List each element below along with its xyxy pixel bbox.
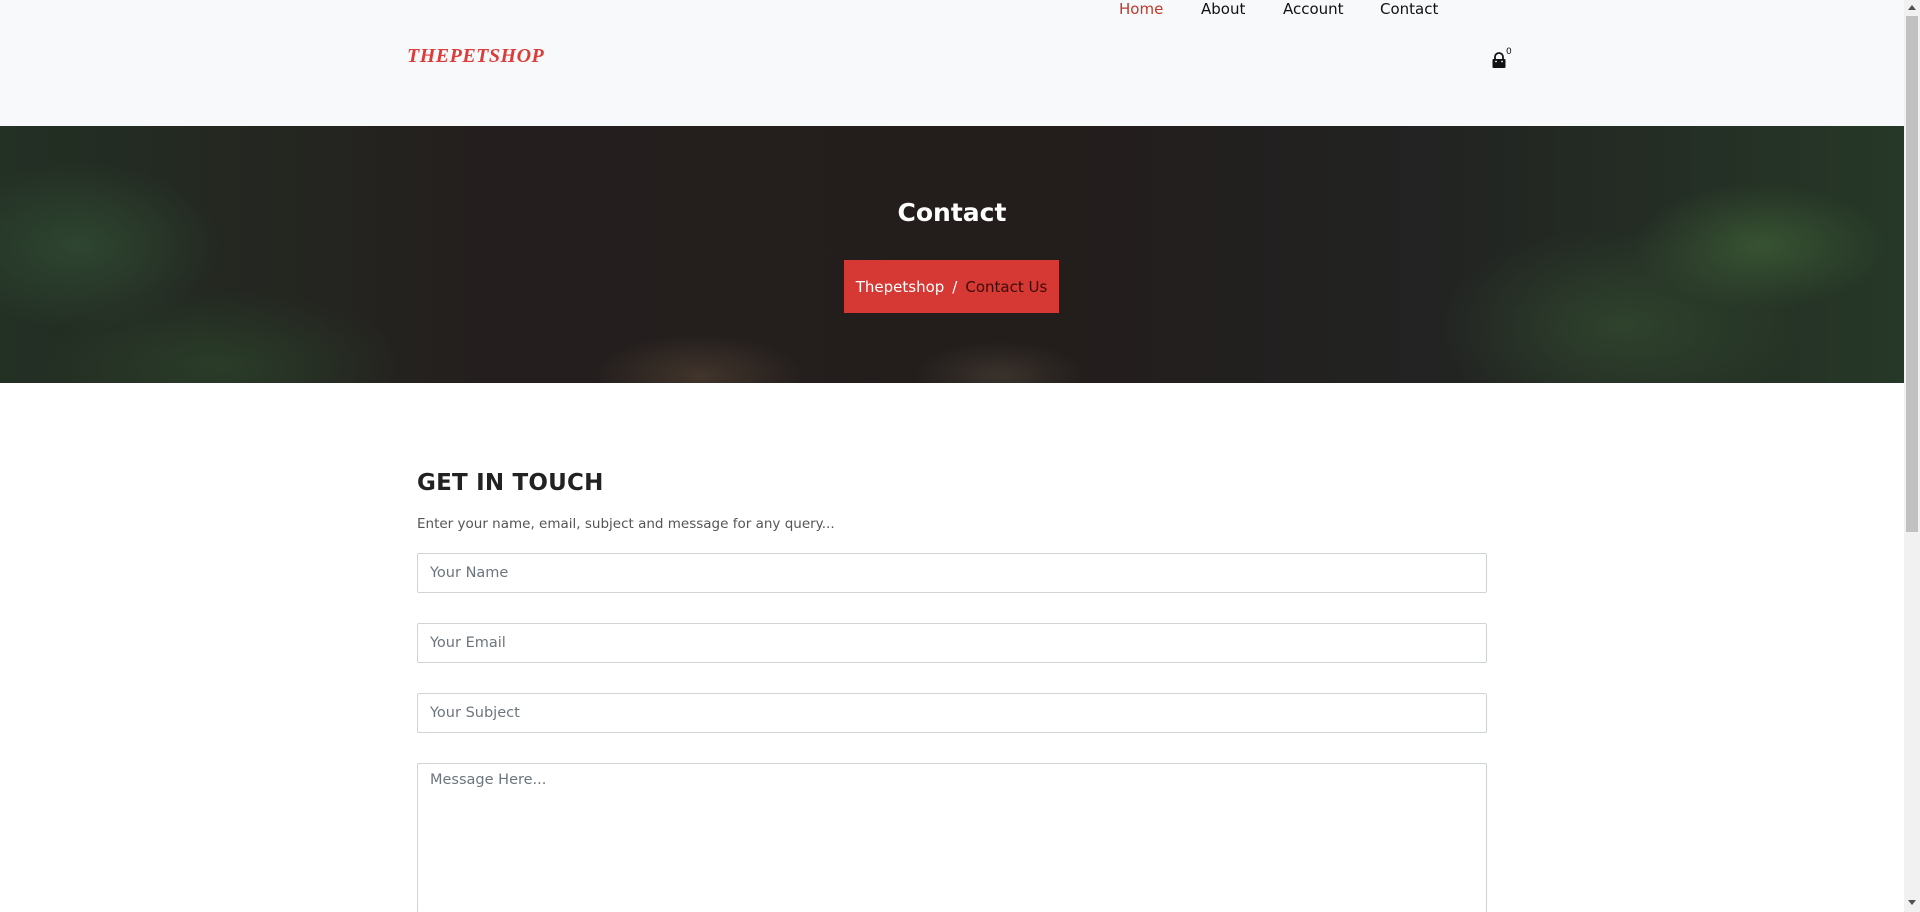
- name-input[interactable]: [417, 553, 1487, 593]
- subject-input[interactable]: [417, 693, 1487, 733]
- contact-section-title: GET IN TOUCH: [417, 470, 604, 496]
- hero-banner: Contact Thepetshop / Contact Us: [0, 126, 1904, 383]
- site-logo[interactable]: THEPETSHOP: [407, 45, 544, 68]
- scrollbar-thumb[interactable]: [1906, 16, 1918, 532]
- message-textarea[interactable]: [417, 763, 1487, 912]
- page-title: Contact: [897, 198, 1007, 227]
- contact-section-subtitle: Enter your name, email, subject and mess…: [417, 516, 835, 532]
- scroll-up-arrow-icon[interactable]: [1908, 5, 1916, 10]
- breadcrumb-separator: /: [952, 277, 958, 296]
- nav-about[interactable]: About: [1201, 0, 1245, 18]
- breadcrumb-home-link[interactable]: Thepetshop: [856, 278, 945, 296]
- nav-account[interactable]: Account: [1283, 0, 1344, 18]
- site-header: THEPETSHOP Home About Account Contact 0: [0, 0, 1904, 126]
- nav-home[interactable]: Home: [1119, 0, 1163, 18]
- email-input[interactable]: [417, 623, 1487, 663]
- cart-count-badge: 0: [1506, 47, 1512, 57]
- breadcrumb-current: Contact Us: [965, 277, 1048, 296]
- scroll-down-arrow-icon[interactable]: [1908, 900, 1916, 905]
- page-scrollbar[interactable]: [1904, 0, 1920, 912]
- breadcrumb: Thepetshop / Contact Us: [844, 260, 1059, 313]
- nav-contact[interactable]: Contact: [1380, 0, 1438, 18]
